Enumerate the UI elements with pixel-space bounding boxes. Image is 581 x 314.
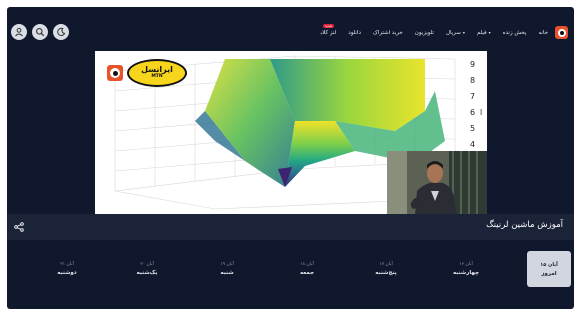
- chevron-down-icon: ▾: [462, 30, 465, 35]
- theme-toggle-icon: [57, 27, 66, 36]
- day-tab[interactable]: ۲۰ آبان یک‌شنبه: [125, 251, 169, 287]
- nav-series[interactable]: سریال ▾: [446, 30, 465, 36]
- day-tab[interactable]: ۱۶ آبان چهارشنبه: [444, 251, 488, 287]
- app-window: خانه پخش زنده فیلم ▾ سریال ▾ تلویزیون خرید…: [7, 7, 574, 309]
- program-title: آموزش ماشین لرنینگ: [486, 220, 563, 230]
- nav-movies[interactable]: فیلم ▾: [477, 30, 491, 36]
- axis-tick: 9: [470, 60, 475, 69]
- nav-lenz-club[interactable]: لنز کلاب جدید: [310, 24, 337, 36]
- chevron-down-icon: ▾: [488, 30, 491, 35]
- nav-live[interactable]: پخش زنده: [503, 30, 527, 36]
- irancell-logo: ایرانسل MTN: [127, 59, 187, 87]
- schedule-day-selector: ۱۵ آبان امروز ۱۶ آبان چهارشنبه ۱۷ آبان پ…: [7, 247, 574, 297]
- axis-tick: 8: [470, 76, 475, 85]
- day-name: جمعه: [299, 270, 315, 276]
- day-name: شنبه: [220, 270, 234, 276]
- nav-subscription[interactable]: خرید اشتراک: [373, 30, 403, 36]
- day-tab[interactable]: ۲۱ آبان دوشنبه: [45, 251, 89, 287]
- search-icon: [36, 28, 45, 37]
- nav-lenz-club-label: لنز کلاب: [320, 30, 337, 36]
- day-date: ۱۵ آبان: [540, 261, 558, 268]
- lenz-watermark-logo: [107, 65, 123, 81]
- day-name: چهارشنبه: [452, 270, 480, 276]
- user-icon: [15, 27, 23, 37]
- program-info-bar: آموزش ماشین لرنینگ: [7, 214, 574, 240]
- presenter-camera-inset: [387, 151, 487, 215]
- top-bar: خانه پخش زنده فیلم ▾ سریال ▾ تلویزیون خرید…: [7, 7, 574, 53]
- day-date: ۱۹ آبان: [220, 262, 234, 267]
- main-nav: خانه پخش زنده فیلم ▾ سریال ▾ تلویزیون خرید…: [310, 24, 548, 36]
- search-button[interactable]: [32, 24, 48, 40]
- day-tab[interactable]: ۱۸ آبان جمعه: [285, 251, 329, 287]
- axis-tick: 4: [470, 140, 475, 149]
- day-name: امروز: [541, 270, 557, 277]
- day-date: ۱۸ آبان: [300, 262, 314, 267]
- day-tab[interactable]: ۱۵ آبان امروز: [527, 251, 571, 287]
- nav-tv[interactable]: تلویزیون: [415, 30, 434, 36]
- nav-download[interactable]: دانلود: [348, 30, 361, 36]
- video-player[interactable]: 9 8 7 6 5 4 l ایرانسل MTN: [95, 51, 487, 215]
- user-button[interactable]: [11, 24, 27, 40]
- day-tab[interactable]: ۱۷ آبان پنج‌شنبه: [364, 251, 408, 287]
- day-date: ۲۰ آبان: [140, 262, 154, 267]
- theme-toggle-button[interactable]: [53, 24, 69, 40]
- day-date: ۱۷ آبان: [379, 262, 393, 267]
- share-icon[interactable]: [14, 222, 24, 232]
- nav-movies-label: فیلم: [476, 30, 487, 36]
- day-name: پنج‌شنبه: [375, 270, 397, 276]
- new-badge: جدید: [323, 24, 334, 28]
- axis-tick: 5: [470, 124, 475, 133]
- day-date: ۱۶ آبان: [459, 262, 473, 267]
- axis-letter: l: [480, 108, 482, 117]
- axis-tick: 7: [470, 92, 475, 101]
- nav-home[interactable]: خانه: [538, 30, 548, 36]
- axis-tick: 6: [470, 108, 475, 117]
- day-tab[interactable]: ۱۹ آبان شنبه: [205, 251, 249, 287]
- day-date: ۲۱ آبان: [60, 262, 74, 267]
- nav-series-label: سریال: [445, 30, 461, 36]
- day-name: دوشنبه: [57, 270, 77, 276]
- lenz-logo[interactable]: [555, 26, 568, 39]
- day-name: یک‌شنبه: [136, 270, 158, 276]
- channel-watermark: ایرانسل MTN: [107, 59, 187, 87]
